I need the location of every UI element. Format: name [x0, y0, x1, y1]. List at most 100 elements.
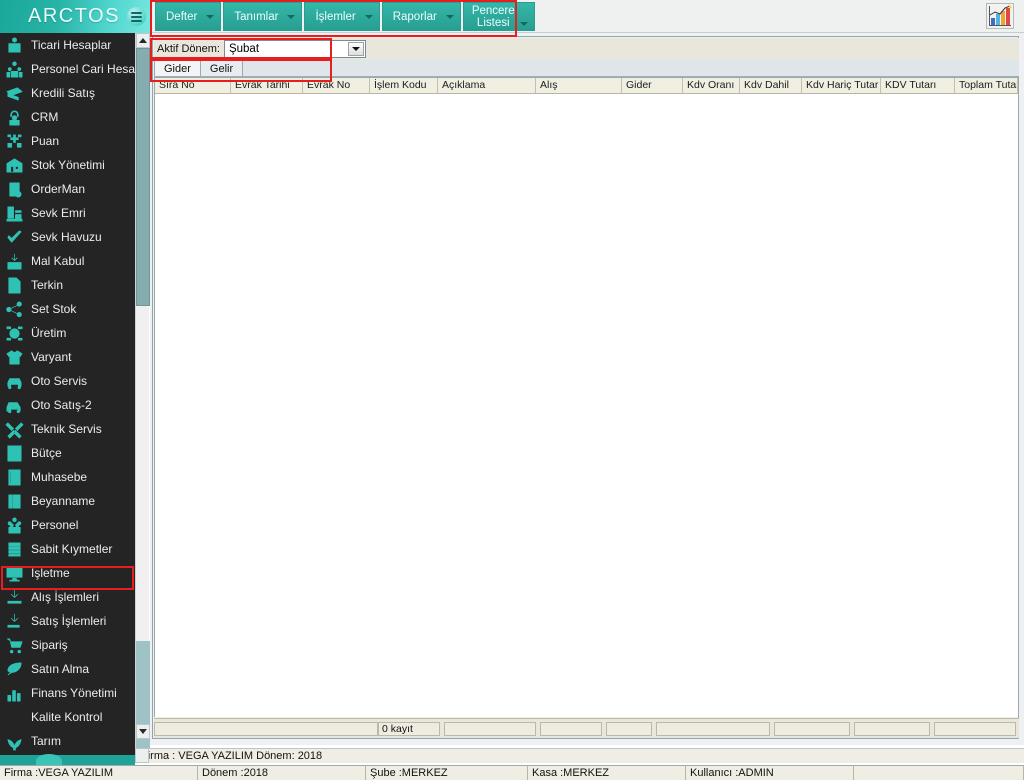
sidebar-item-teknik-servis[interactable]: Teknik Servis — [0, 417, 135, 441]
sidebar-item-kredili-sat[interactable]: Kredili Satış — [0, 81, 135, 105]
sidebar-item-i-letme[interactable]: İşletme — [0, 561, 135, 585]
sidebar-item-sabit-k-ymetler[interactable]: Sabit Kıymetler — [0, 537, 135, 561]
grid-column-header[interactable]: Kdv Oranı — [683, 78, 740, 93]
sidebar-item-puan[interactable]: Puan — [0, 129, 135, 153]
sidebar-item-oto-sat-2[interactable]: Oto Satış-2 — [0, 393, 135, 417]
sidebar-item-terkin[interactable]: Terkin — [0, 273, 135, 297]
warehouse-icon — [6, 157, 23, 173]
calculator-icon — [7, 445, 22, 461]
period-label: Aktif Dönem: — [157, 43, 220, 55]
sidebar-item-label: İşletme — [31, 566, 70, 580]
sidebar-item-sevk-havuzu[interactable]: Sevk Havuzu — [0, 225, 135, 249]
chevron-down-icon[interactable] — [364, 14, 373, 19]
sidebar-item-sat-i-lemleri[interactable]: Satış İşlemleri — [0, 609, 135, 633]
status-bar-cell: Kullanıcı :ADMIN — [686, 766, 854, 780]
tab-gider[interactable]: Gider — [154, 60, 201, 76]
sidebar-item-crm[interactable]: CRM — [0, 105, 135, 129]
grid-column-header[interactable]: KDV Tutarı — [881, 78, 955, 93]
app-logo-text: ARCTOS — [28, 5, 120, 27]
sidebar-item-finans-y-netimi[interactable]: Finans Yönetimi — [0, 681, 135, 705]
sidebar-item-orderman[interactable]: OrderMan — [0, 177, 135, 201]
sidebar-item-beyanname[interactable]: Beyanname — [0, 489, 135, 513]
ribbon-menu-label: Raporlar — [392, 10, 437, 23]
monitor-icon — [6, 566, 23, 581]
chevron-down-icon[interactable] — [519, 22, 528, 26]
sidebar-item-label: Sabit Kıymetler — [31, 542, 113, 556]
sidebar-item-sat-n-alma[interactable]: Satın Alma — [0, 657, 135, 681]
sidebar-item-muhasebe[interactable]: Muhasebe — [0, 465, 135, 489]
sidebar-scrollbar-thumb[interactable] — [136, 48, 150, 306]
grid-footer-panel — [444, 722, 536, 736]
ribbon-menu-1[interactable]: Defter — [155, 2, 222, 31]
sidebar-item-label: Muhasebe — [31, 470, 88, 484]
sidebar-item-set-stok[interactable]: Set Stok — [0, 297, 135, 321]
ribbon-menu-3[interactable]: İşlemler — [304, 2, 380, 31]
sidebar-item-label: Oto Satış-2 — [31, 398, 92, 412]
ribbon-menu-4[interactable]: Raporlar — [381, 2, 461, 31]
grid-column-header[interactable]: İşlem Kodu — [370, 78, 438, 93]
bar-chart-icon[interactable] — [986, 3, 1014, 29]
sidebar-item-al-i-lemleri[interactable]: Alış İşlemleri — [0, 585, 135, 609]
sidebar-item-label: Kredili Satış — [31, 86, 96, 100]
sidebar-item-b-t-e[interactable]: Bütçe — [0, 441, 135, 465]
sidebar-scrollbar[interactable] — [135, 33, 150, 760]
grid-column-header[interactable]: Kdv Dahil — [740, 78, 802, 93]
sidebar-item-tar-m[interactable]: Tarım — [0, 729, 135, 753]
grid-body[interactable] — [155, 94, 1018, 717]
sidebar-item-label: OrderMan — [31, 182, 86, 196]
car-service-icon — [7, 377, 22, 389]
mdi-work-area: Aktif Dönem: Şubat Gider Gelir Sıra No Ev… — [150, 33, 1024, 745]
chevron-down-icon[interactable] — [445, 14, 454, 19]
sidebar-item-label: Sevk Havuzu — [31, 230, 102, 244]
period-select[interactable]: Şubat — [223, 40, 366, 58]
ribbon-menu-5[interactable]: Pencere Listesi — [462, 2, 535, 31]
sidebar-item-label: Set Stok — [31, 302, 77, 316]
sidebar-item-varyant[interactable]: Varyant — [0, 345, 135, 369]
sidebar-item-mal-kabul[interactable]: Mal Kabul — [0, 249, 135, 273]
building-icon — [8, 541, 21, 557]
grid-column-header[interactable]: Açıklama — [438, 78, 536, 93]
hamburger-menu-icon[interactable] — [127, 7, 146, 26]
sidebar-item-kalite-kontrol[interactable]: Kalite Kontrol — [0, 705, 135, 729]
grid-column-header[interactable]: Gider — [622, 78, 683, 93]
sidebar-item-sevk-emri[interactable]: Sevk Emri — [0, 201, 135, 225]
scroll-up-arrow-icon[interactable] — [136, 33, 150, 48]
sidebar-item-label: Finans Yönetimi — [31, 686, 117, 700]
period-selected-value: Şubat — [228, 43, 260, 55]
sidebar-navigation[interactable]: Ticari Hesaplar Personel Cari Hesabı Kredi… — [0, 33, 135, 760]
sidebar-item-label: Tarım — [31, 734, 61, 748]
scroll-down-arrow-icon[interactable] — [136, 724, 150, 739]
grid-column-header[interactable]: Kdv Hariç Tutar — [802, 78, 881, 93]
plant-icon — [7, 738, 22, 750]
grid-column-header[interactable]: Alış — [536, 78, 622, 93]
purchase-leaf-icon — [7, 661, 22, 675]
sidebar-item-stok-y-netimi[interactable]: Stok Yönetimi — [0, 153, 135, 177]
transactions-grid[interactable]: Sıra No Evrak Tarihi Evrak No İşlem Kodu Açı… — [154, 77, 1019, 717]
star-plus-icon — [7, 133, 22, 148]
sidebar-item-personel-cari-hesab[interactable]: Personel Cari Hesabı — [0, 57, 135, 81]
sidebar-item-ticari-hesaplar[interactable]: Ticari Hesaplar — [0, 33, 135, 57]
ribbon-menu-2[interactable]: Tanımlar — [223, 2, 303, 31]
sidebar-item-retim[interactable]: Üretim — [0, 321, 135, 345]
grid-column-header[interactable]: Evrak Tarihi — [231, 78, 303, 93]
chevron-down-icon[interactable] — [206, 14, 215, 19]
sidebar-item-label: Bütçe — [31, 446, 62, 460]
contacts-icon — [8, 37, 21, 53]
sidebar-item-personel[interactable]: Personel — [0, 513, 135, 537]
shopping-cart-icon — [6, 637, 23, 653]
grid-column-header[interactable]: Toplam Tutar — [955, 78, 1018, 93]
status-bar-cell: Kasa :MERKEZ — [528, 766, 686, 780]
chevron-down-icon[interactable] — [347, 42, 364, 56]
scroll-down-arrow-icon[interactable] — [135, 748, 149, 763]
grid-footer-panel — [656, 722, 770, 736]
chevron-down-icon[interactable] — [287, 14, 296, 19]
sidebar-item-label: Terkin — [31, 278, 64, 292]
sidebar-item-oto-servis[interactable]: Oto Servis — [0, 369, 135, 393]
grid-column-header[interactable]: Evrak No — [303, 78, 370, 93]
firm-status-line: Firma : VEGA YAZILIM Dönem: 2018 — [135, 748, 1024, 763]
ribbon-menu-label: Tanımlar — [234, 10, 279, 23]
tab-gelir[interactable]: Gelir — [199, 60, 244, 76]
tshirt-icon — [6, 349, 23, 365]
sidebar-item-sipari[interactable]: Sipariş — [0, 633, 135, 657]
grid-column-header[interactable]: Sıra No — [155, 78, 231, 93]
